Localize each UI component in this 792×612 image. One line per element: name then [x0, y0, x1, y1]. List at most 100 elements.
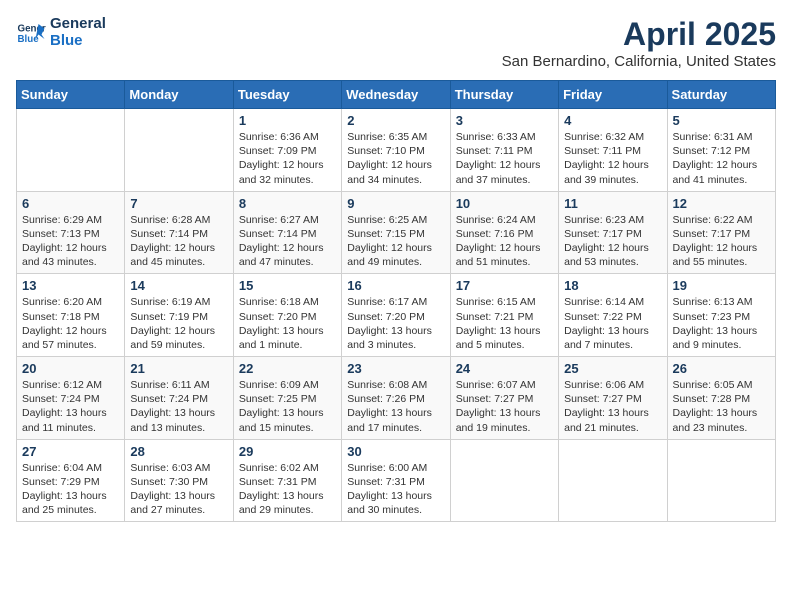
calendar-cell: 5 Sunrise: 6:31 AM Sunset: 7:12 PM Daylig…: [667, 109, 775, 192]
calendar-cell: [667, 439, 775, 522]
day-info: Sunrise: 6:31 AM Sunset: 7:12 PM Dayligh…: [673, 130, 770, 187]
day-number: 29: [239, 444, 336, 459]
weekday-header: Tuesday: [233, 81, 341, 109]
day-info: Sunrise: 6:12 AM Sunset: 7:24 PM Dayligh…: [22, 378, 119, 435]
calendar-cell: 27Sunrise: 6:04 AM Sunset: 7:29 PM Dayli…: [17, 439, 125, 522]
calendar-week-row: 13 Sunrise: 6:20 AM Sunset: 7:18 PM Dayli…: [17, 274, 776, 357]
weekday-header: Monday: [125, 81, 233, 109]
day-info: Sunrise: 6:17 AM Sunset: 7:20 PM Dayligh…: [347, 295, 444, 352]
calendar-cell: [559, 439, 667, 522]
day-info: Sunrise: 6:11 AM Sunset: 7:24 PM Dayligh…: [130, 378, 227, 435]
calendar-cell: 12Sunrise: 6:22 AM Sunset: 7:17 PM Dayli…: [667, 191, 775, 274]
calendar-cell: 2 Sunrise: 6:35 AM Sunset: 7:10 PM Daylig…: [342, 109, 450, 192]
calendar-cell: 4 Sunrise: 6:32 AM Sunset: 7:11 PM Daylig…: [559, 109, 667, 192]
calendar-cell: [17, 109, 125, 192]
calendar-cell: 20 Sunrise: 6:12 AM Sunset: 7:24 PM Dayli…: [17, 357, 125, 440]
calendar-cell: 18Sunrise: 6:14 AM Sunset: 7:22 PM Dayli…: [559, 274, 667, 357]
calendar-week-row: 6Sunrise: 6:29 AM Sunset: 7:13 PM Daylig…: [17, 191, 776, 274]
day-number: 23: [347, 361, 444, 376]
day-number: 19: [673, 278, 770, 293]
day-info: Sunrise: 6:14 AM Sunset: 7:22 PM Dayligh…: [564, 295, 661, 352]
page-subtitle: San Bernardino, California, United State…: [502, 53, 776, 70]
day-number: 8: [239, 196, 336, 211]
day-number: 1: [239, 113, 336, 128]
day-number: 16: [347, 278, 444, 293]
day-number: 9: [347, 196, 444, 211]
day-number: 30: [347, 444, 444, 459]
calendar-header-row: SundayMondayTuesdayWednesdayThursdayFrid…: [17, 81, 776, 109]
day-info: Sunrise: 6:35 AM Sunset: 7:10 PM Dayligh…: [347, 130, 444, 187]
logo: General Blue General Blue: [16, 16, 106, 49]
day-info: Sunrise: 6:20 AM Sunset: 7:18 PM Dayligh…: [22, 295, 119, 352]
calendar-cell: 21 Sunrise: 6:11 AM Sunset: 7:24 PM Dayli…: [125, 357, 233, 440]
title-area: April 2025 San Bernardino, California, U…: [502, 16, 776, 70]
weekday-header: Sunday: [17, 81, 125, 109]
calendar-cell: 24 Sunrise: 6:07 AM Sunset: 7:27 PM Dayli…: [450, 357, 558, 440]
day-info: Sunrise: 6:02 AM Sunset: 7:31 PM Dayligh…: [239, 461, 336, 518]
calendar-cell: 11Sunrise: 6:23 AM Sunset: 7:17 PM Dayli…: [559, 191, 667, 274]
calendar-cell: 19Sunrise: 6:13 AM Sunset: 7:23 PM Dayli…: [667, 274, 775, 357]
calendar-cell: 13 Sunrise: 6:20 AM Sunset: 7:18 PM Dayli…: [17, 274, 125, 357]
weekday-header: Friday: [559, 81, 667, 109]
day-number: 24: [456, 361, 553, 376]
day-number: 15: [239, 278, 336, 293]
day-info: Sunrise: 6:15 AM Sunset: 7:21 PM Dayligh…: [456, 295, 553, 352]
calendar-cell: 25 Sunrise: 6:06 AM Sunset: 7:27 PM Dayli…: [559, 357, 667, 440]
day-number: 14: [130, 278, 227, 293]
day-number: 4: [564, 113, 661, 128]
calendar-week-row: 1 Sunrise: 6:36 AM Sunset: 7:09 PM Daylig…: [17, 109, 776, 192]
day-number: 5: [673, 113, 770, 128]
day-info: Sunrise: 6:36 AM Sunset: 7:09 PM Dayligh…: [239, 130, 336, 187]
day-info: Sunrise: 6:08 AM Sunset: 7:26 PM Dayligh…: [347, 378, 444, 435]
calendar-cell: 6Sunrise: 6:29 AM Sunset: 7:13 PM Daylig…: [17, 191, 125, 274]
day-info: Sunrise: 6:23 AM Sunset: 7:17 PM Dayligh…: [564, 213, 661, 270]
calendar-cell: 14 Sunrise: 6:19 AM Sunset: 7:19 PM Dayli…: [125, 274, 233, 357]
day-info: Sunrise: 6:04 AM Sunset: 7:29 PM Dayligh…: [22, 461, 119, 518]
day-number: 28: [130, 444, 227, 459]
weekday-header: Wednesday: [342, 81, 450, 109]
calendar-cell: [450, 439, 558, 522]
weekday-header: Saturday: [667, 81, 775, 109]
day-number: 12: [673, 196, 770, 211]
calendar-cell: 3 Sunrise: 6:33 AM Sunset: 7:11 PM Daylig…: [450, 109, 558, 192]
day-info: Sunrise: 6:32 AM Sunset: 7:11 PM Dayligh…: [564, 130, 661, 187]
day-info: Sunrise: 6:27 AM Sunset: 7:14 PM Dayligh…: [239, 213, 336, 270]
calendar-cell: 9 Sunrise: 6:25 AM Sunset: 7:15 PM Daylig…: [342, 191, 450, 274]
day-number: 25: [564, 361, 661, 376]
calendar-cell: 10Sunrise: 6:24 AM Sunset: 7:16 PM Dayli…: [450, 191, 558, 274]
calendar-cell: 8 Sunrise: 6:27 AM Sunset: 7:14 PM Daylig…: [233, 191, 341, 274]
calendar-cell: 15Sunrise: 6:18 AM Sunset: 7:20 PM Dayli…: [233, 274, 341, 357]
calendar-cell: 26Sunrise: 6:05 AM Sunset: 7:28 PM Dayli…: [667, 357, 775, 440]
day-info: Sunrise: 6:06 AM Sunset: 7:27 PM Dayligh…: [564, 378, 661, 435]
calendar-cell: 16 Sunrise: 6:17 AM Sunset: 7:20 PM Dayli…: [342, 274, 450, 357]
day-info: Sunrise: 6:25 AM Sunset: 7:15 PM Dayligh…: [347, 213, 444, 270]
calendar-cell: 28 Sunrise: 6:03 AM Sunset: 7:30 PM Dayli…: [125, 439, 233, 522]
calendar-cell: 29 Sunrise: 6:02 AM Sunset: 7:31 PM Dayli…: [233, 439, 341, 522]
calendar-cell: 30Sunrise: 6:00 AM Sunset: 7:31 PM Dayli…: [342, 439, 450, 522]
day-number: 2: [347, 113, 444, 128]
logo-icon: General Blue: [16, 18, 46, 48]
day-info: Sunrise: 6:24 AM Sunset: 7:16 PM Dayligh…: [456, 213, 553, 270]
day-info: Sunrise: 6:19 AM Sunset: 7:19 PM Dayligh…: [130, 295, 227, 352]
calendar-cell: 22Sunrise: 6:09 AM Sunset: 7:25 PM Dayli…: [233, 357, 341, 440]
day-number: 6: [22, 196, 119, 211]
logo-line2: Blue: [50, 33, 106, 50]
calendar-cell: 7 Sunrise: 6:28 AM Sunset: 7:14 PM Daylig…: [125, 191, 233, 274]
day-number: 17: [456, 278, 553, 293]
day-number: 3: [456, 113, 553, 128]
day-info: Sunrise: 6:28 AM Sunset: 7:14 PM Dayligh…: [130, 213, 227, 270]
day-info: Sunrise: 6:03 AM Sunset: 7:30 PM Dayligh…: [130, 461, 227, 518]
day-number: 20: [22, 361, 119, 376]
calendar-cell: [125, 109, 233, 192]
calendar-week-row: 20 Sunrise: 6:12 AM Sunset: 7:24 PM Dayli…: [17, 357, 776, 440]
day-number: 22: [239, 361, 336, 376]
svg-text:Blue: Blue: [18, 34, 40, 45]
day-info: Sunrise: 6:33 AM Sunset: 7:11 PM Dayligh…: [456, 130, 553, 187]
day-number: 21: [130, 361, 227, 376]
day-number: 13: [22, 278, 119, 293]
day-info: Sunrise: 6:07 AM Sunset: 7:27 PM Dayligh…: [456, 378, 553, 435]
calendar-cell: 17 Sunrise: 6:15 AM Sunset: 7:21 PM Dayli…: [450, 274, 558, 357]
day-number: 7: [130, 196, 227, 211]
page-header: General Blue General Blue April 2025 San…: [16, 16, 776, 70]
calendar-cell: 23 Sunrise: 6:08 AM Sunset: 7:26 PM Dayli…: [342, 357, 450, 440]
